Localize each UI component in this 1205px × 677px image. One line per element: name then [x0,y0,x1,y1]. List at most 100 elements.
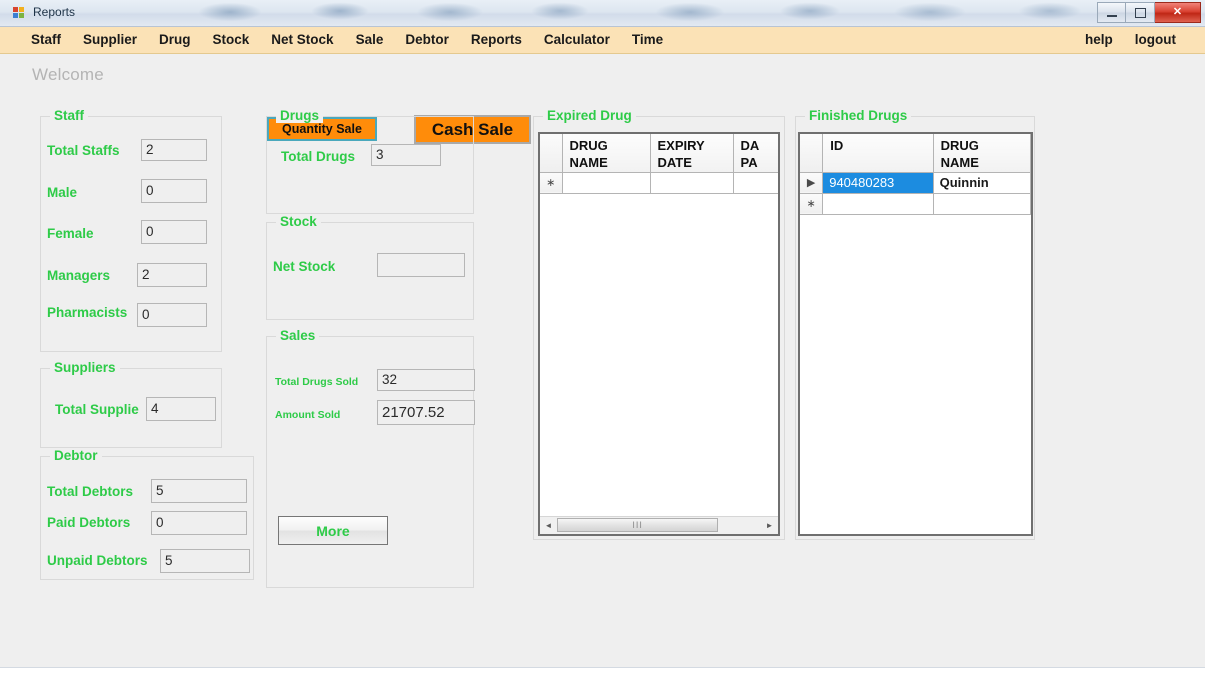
col-header-expiry-date[interactable]: EXPIRY DATE [650,134,734,173]
amount-sold-value[interactable]: 21707.52 [377,400,475,425]
menu-bar: Staff Supplier Drug Stock Net Stock Sale… [0,27,1205,54]
unpaid-debtors-label: Unpaid Debtors [47,553,148,568]
menu-item-stock[interactable]: Stock [202,27,261,53]
client-area: Welcome Quantity Sale Cash Sale Staff To… [0,54,1205,668]
total-drugs-label: Total Drugs [281,149,355,164]
table-header-row: ID DRUG NAME [800,134,1031,173]
net-stock-label: Net Stock [273,259,336,274]
scroll-right-arrow-icon[interactable]: ► [761,517,778,534]
row-new-marker[interactable]: ∗ [800,193,824,215]
cell-drug-name[interactable] [933,193,1031,215]
menu-item-time[interactable]: Time [621,27,674,53]
cell-expiry-date[interactable] [650,172,734,194]
menu-item-logout[interactable]: logout [1124,27,1187,53]
col-header-id[interactable]: ID [822,134,934,173]
total-drugs-sold-label: Total Drugs Sold [275,376,359,388]
male-label: Male [47,185,78,200]
maximize-button[interactable] [1126,2,1155,23]
paid-debtors-label: Paid Debtors [47,515,131,530]
paid-debtors-value[interactable]: 0 [151,511,247,535]
female-value[interactable]: 0 [141,220,207,244]
expired-drug-group-title: Expired Drug [543,108,636,123]
total-debtors-label: Total Debtors [47,484,134,499]
window-controls: ✕ [1097,2,1201,23]
menu-item-drug[interactable]: Drug [148,27,202,53]
total-suppliers-label: Total Supplie [55,402,139,417]
menu-item-sale[interactable]: Sale [345,27,395,53]
drugs-group-title: Drugs [276,108,324,123]
welcome-label: Welcome [32,65,104,84]
pharmacists-label: Pharmacists [47,305,128,320]
male-value[interactable]: 0 [141,179,207,203]
application-window: Reports ✕ Staff Supplier Drug Stock Net … [0,0,1205,677]
col-label: DRUG NAME [940,138,979,170]
scrollbar-thumb[interactable]: III [557,518,719,532]
row-selector-header [800,134,824,173]
title-bar: Reports ✕ [0,0,1205,27]
cell-drug-name[interactable] [562,172,651,194]
stock-group: Stock Net Stock [266,214,474,320]
scrollbar-track[interactable]: III [557,517,761,534]
cell-drug-name[interactable]: Quinnin [933,172,1031,194]
col-header-date-passed[interactable]: DA PA [733,134,778,173]
staff-group-title: Staff [50,108,88,123]
finished-drugs-grid[interactable]: ID DRUG NAME ▶ 940480283 Quinnin ∗ [798,132,1033,536]
table-header-row: DRUG NAME EXPIRY DATE DA PA [540,134,778,173]
col-header-drug-name[interactable]: DRUG NAME [933,134,1031,173]
app-logo-icon [13,7,26,20]
expired-drug-grid[interactable]: DRUG NAME EXPIRY DATE DA PA ∗ ◄ III ► [538,132,780,536]
col-label: DA PA [740,138,760,170]
menu-items-right: help logout [1074,27,1187,53]
col-header-drug-name[interactable]: DRUG NAME [562,134,651,173]
window-title: Reports [33,5,76,19]
table-row[interactable]: ∗ [800,193,1031,215]
horizontal-scrollbar[interactable]: ◄ III ► [540,516,778,534]
close-button[interactable]: ✕ [1155,2,1201,23]
menu-item-staff[interactable]: Staff [20,27,72,53]
col-label: DRUG NAME [569,138,608,170]
table-row[interactable]: ∗ [540,172,778,194]
more-button[interactable]: More [278,516,388,545]
debtor-group: Debtor Total Debtors 5 Paid Debtors 0 Un… [40,448,254,580]
suppliers-group-title: Suppliers [50,360,120,375]
finished-drugs-group-title: Finished Drugs [805,108,912,123]
menu-item-help[interactable]: help [1074,27,1124,53]
amount-sold-label: Amount Sold [275,409,341,421]
menu-items-left: Staff Supplier Drug Stock Net Stock Sale… [20,27,674,53]
total-staffs-value[interactable]: 2 [141,139,207,161]
managers-label: Managers [47,268,111,283]
scroll-left-arrow-icon[interactable]: ◄ [540,517,557,534]
debtor-group-title: Debtor [50,448,102,463]
total-staffs-label: Total Staffs [47,143,120,158]
menu-item-reports[interactable]: Reports [460,27,533,53]
sales-group: Sales Total Drugs Sold 32 Amount Sold 21… [266,328,475,588]
table-row[interactable]: ▶ 940480283 Quinnin [800,172,1031,194]
net-stock-value[interactable] [377,253,465,277]
cell-id[interactable]: 940480283 [822,172,934,194]
suppliers-group: Suppliers Total Supplie 4 [40,360,222,448]
menu-item-debtor[interactable]: Debtor [394,27,460,53]
menu-item-net-stock[interactable]: Net Stock [260,27,344,53]
menu-item-supplier[interactable]: Supplier [72,27,148,53]
minimize-button[interactable] [1097,2,1126,23]
row-selector-header [540,134,563,173]
cell-id[interactable] [822,193,934,215]
drugs-group: Drugs Total Drugs 3 [266,108,474,214]
managers-value[interactable]: 2 [137,263,207,287]
cell-date-passed[interactable] [733,172,778,194]
row-current-marker[interactable]: ▶ [800,172,824,194]
pharmacists-value[interactable]: 0 [137,303,207,327]
unpaid-debtors-value[interactable]: 5 [160,549,250,573]
title-bar-backdrop [90,0,1205,26]
staff-group: Staff Total Staffs 2 Male 0 Female 0 Man… [40,108,222,352]
menu-item-calculator[interactable]: Calculator [533,27,621,53]
female-label: Female [47,226,94,241]
total-drugs-value[interactable]: 3 [371,144,441,166]
stock-group-title: Stock [276,214,321,229]
sales-group-title: Sales [276,328,320,343]
total-suppliers-value[interactable]: 4 [146,397,216,421]
col-label: ID [830,138,844,153]
row-new-marker[interactable]: ∗ [540,172,563,194]
total-drugs-sold-value[interactable]: 32 [377,369,475,391]
total-debtors-value[interactable]: 5 [151,479,247,503]
